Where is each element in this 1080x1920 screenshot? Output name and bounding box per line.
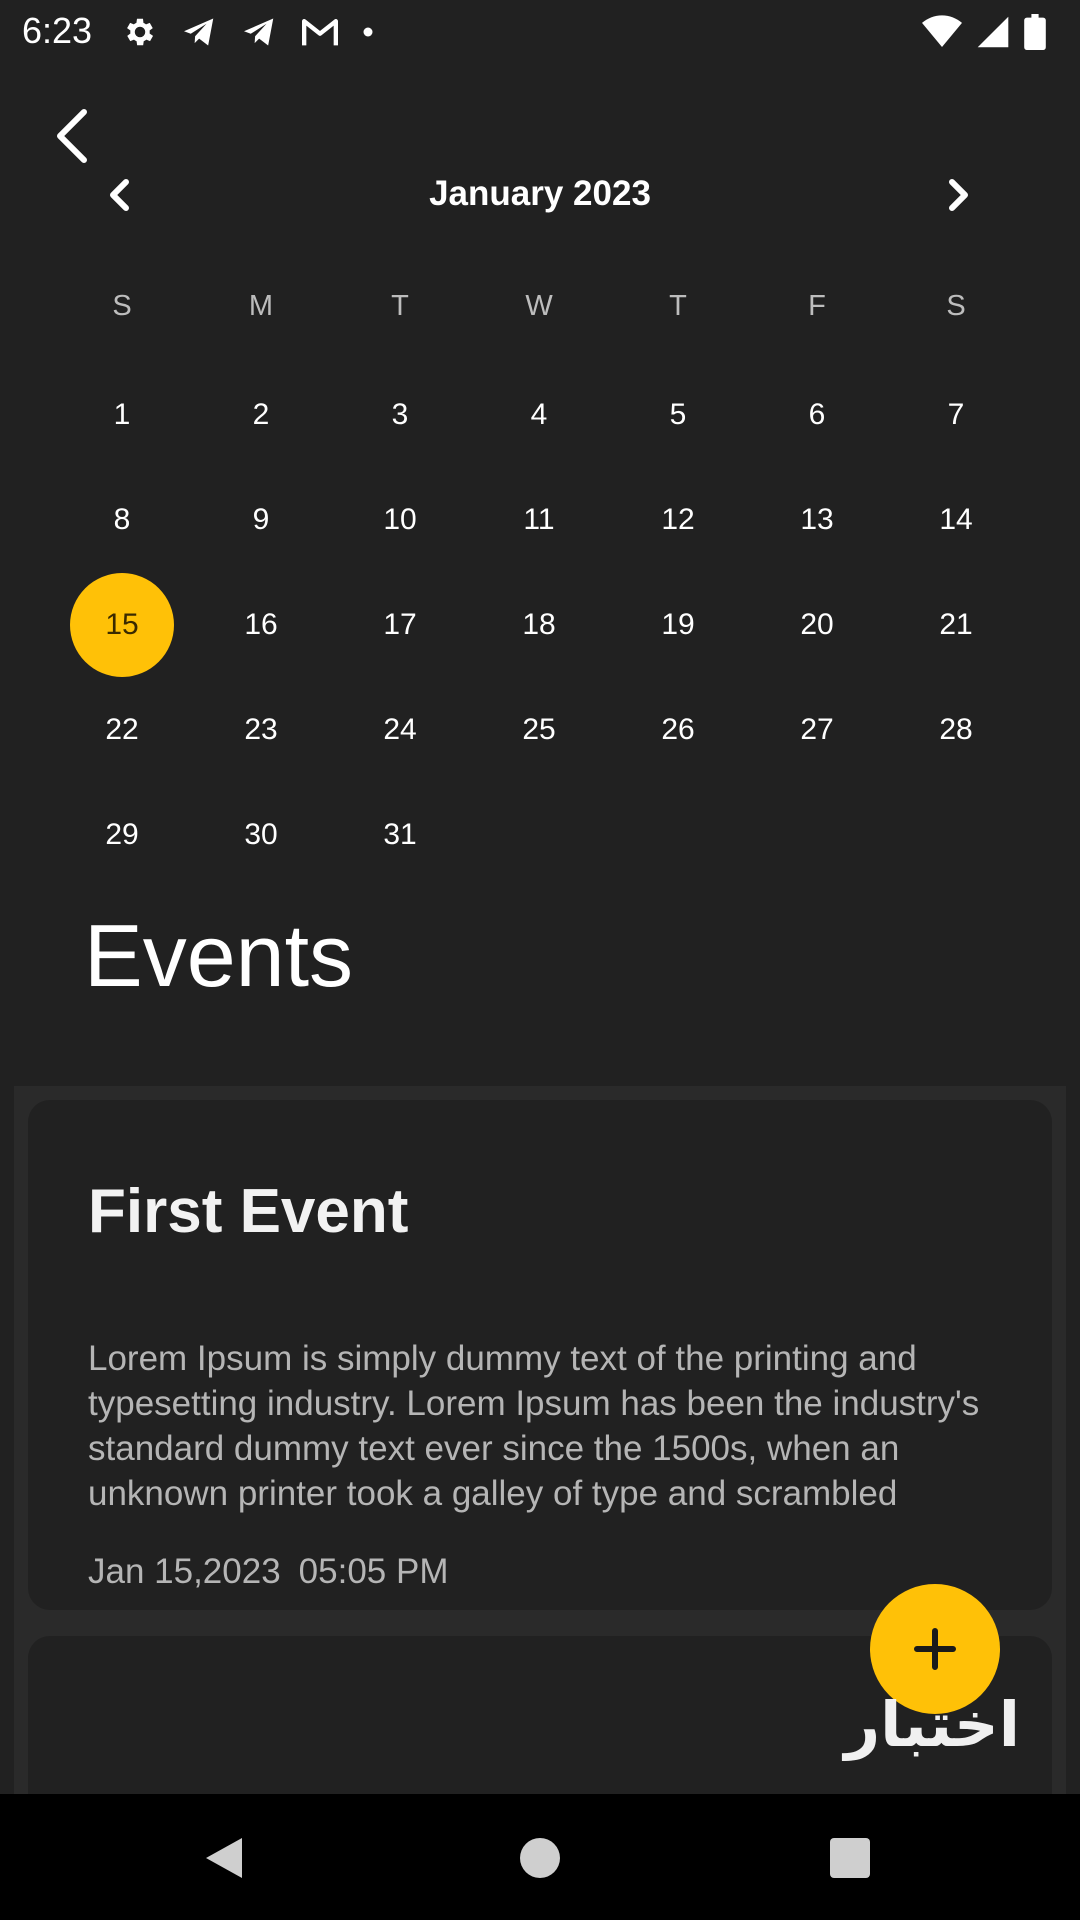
weekday-label: S	[112, 290, 132, 322]
calendar-day[interactable]: 9	[209, 468, 313, 572]
weekday-label: M	[248, 290, 274, 322]
gear-icon	[127, 18, 154, 46]
calendar-day[interactable]: 7	[904, 363, 1008, 467]
calendar-day[interactable]: 20	[765, 573, 869, 677]
weekday-label: F	[808, 290, 826, 322]
calendar-day[interactable]: 26	[626, 678, 730, 782]
next-month-button[interactable]	[932, 172, 982, 218]
event-card[interactable]: First Event Lorem Ipsum is simply dummy …	[28, 1100, 1052, 1610]
calendar-day[interactable]: 29	[70, 783, 174, 887]
telegram-icon	[244, 18, 274, 46]
calendar-day[interactable]: 4	[487, 363, 591, 467]
status-notification-icons	[122, 12, 374, 52]
calendar-day[interactable]: 24	[348, 678, 452, 782]
calendar-day[interactable]: 21	[904, 573, 1008, 677]
calendar-day[interactable]: 10	[348, 468, 452, 572]
calendar-day[interactable]: 31	[348, 783, 452, 887]
calendar-day[interactable]: 18	[487, 573, 591, 677]
status-time: 6:23	[22, 10, 93, 51]
nav-back-button[interactable]	[198, 1830, 254, 1886]
calendar-day[interactable]: 11	[487, 468, 591, 572]
calendar-day[interactable]: 17	[348, 573, 452, 677]
system-navigation-bar	[0, 1794, 1080, 1920]
fab-label: اختبار	[844, 1688, 1020, 1761]
calendar-day[interactable]: 25	[487, 678, 591, 782]
nav-recents-button[interactable]	[822, 1830, 878, 1886]
calendar-day[interactable]: 16	[209, 573, 313, 677]
calendar-day[interactable]: 3	[348, 363, 452, 467]
calendar-day[interactable]: 2	[209, 363, 313, 467]
calendar-day[interactable]: 23	[209, 678, 313, 782]
event-date: Jan 15,2023	[88, 1552, 281, 1591]
event-time: 05:05 PM	[298, 1552, 449, 1591]
nav-home-icon	[520, 1838, 560, 1878]
nav-home-button[interactable]	[512, 1830, 568, 1886]
nav-recents-icon	[830, 1838, 870, 1878]
cellular-signal-icon	[977, 16, 1009, 48]
gmail-icon	[302, 18, 338, 46]
calendar-day[interactable]: 8	[70, 468, 174, 572]
events-heading: Events	[84, 906, 354, 1005]
weekday-label: W	[525, 290, 553, 322]
calendar-day[interactable]: 5	[626, 363, 730, 467]
calendar-day[interactable]: 14	[904, 468, 1008, 572]
calendar-day[interactable]: 30	[209, 783, 313, 887]
event-datetime: Jan 15,2023 05:05 PM	[88, 1552, 448, 1592]
plus-icon	[914, 1628, 956, 1670]
calendar-day-selected[interactable]: 15	[70, 573, 174, 677]
event-description: Lorem Ipsum is simply dummy text of the …	[88, 1339, 980, 1513]
status-system-icons	[922, 12, 1046, 52]
battery-icon	[1024, 14, 1046, 50]
calendar-day[interactable]: 13	[765, 468, 869, 572]
weekday-label: S	[946, 290, 966, 322]
status-bar: 6:23	[0, 0, 1080, 62]
telegram-icon	[184, 18, 214, 46]
calendar-day[interactable]: 6	[765, 363, 869, 467]
back-button[interactable]	[46, 104, 98, 168]
calendar-day[interactable]: 12	[626, 468, 730, 572]
wifi-icon	[922, 15, 962, 48]
chevron-right-icon	[949, 179, 968, 211]
weekday-label: T	[391, 290, 409, 322]
calendar-day[interactable]: 28	[904, 678, 1008, 782]
back-arrow-icon	[57, 109, 87, 163]
calendar-day[interactable]: 19	[626, 573, 730, 677]
calendar-day[interactable]: 22	[70, 678, 174, 782]
calendar-day[interactable]: 27	[765, 678, 869, 782]
weekday-header: S M T W T F S	[0, 290, 1080, 340]
nav-back-icon	[206, 1838, 242, 1878]
event-title: First Event	[88, 1177, 409, 1246]
calendar-day[interactable]: 1	[70, 363, 174, 467]
month-title: January 2023	[429, 174, 651, 213]
dot-icon	[363, 27, 373, 37]
month-navigation: January 2023	[0, 160, 1080, 230]
weekday-label: T	[669, 290, 687, 322]
